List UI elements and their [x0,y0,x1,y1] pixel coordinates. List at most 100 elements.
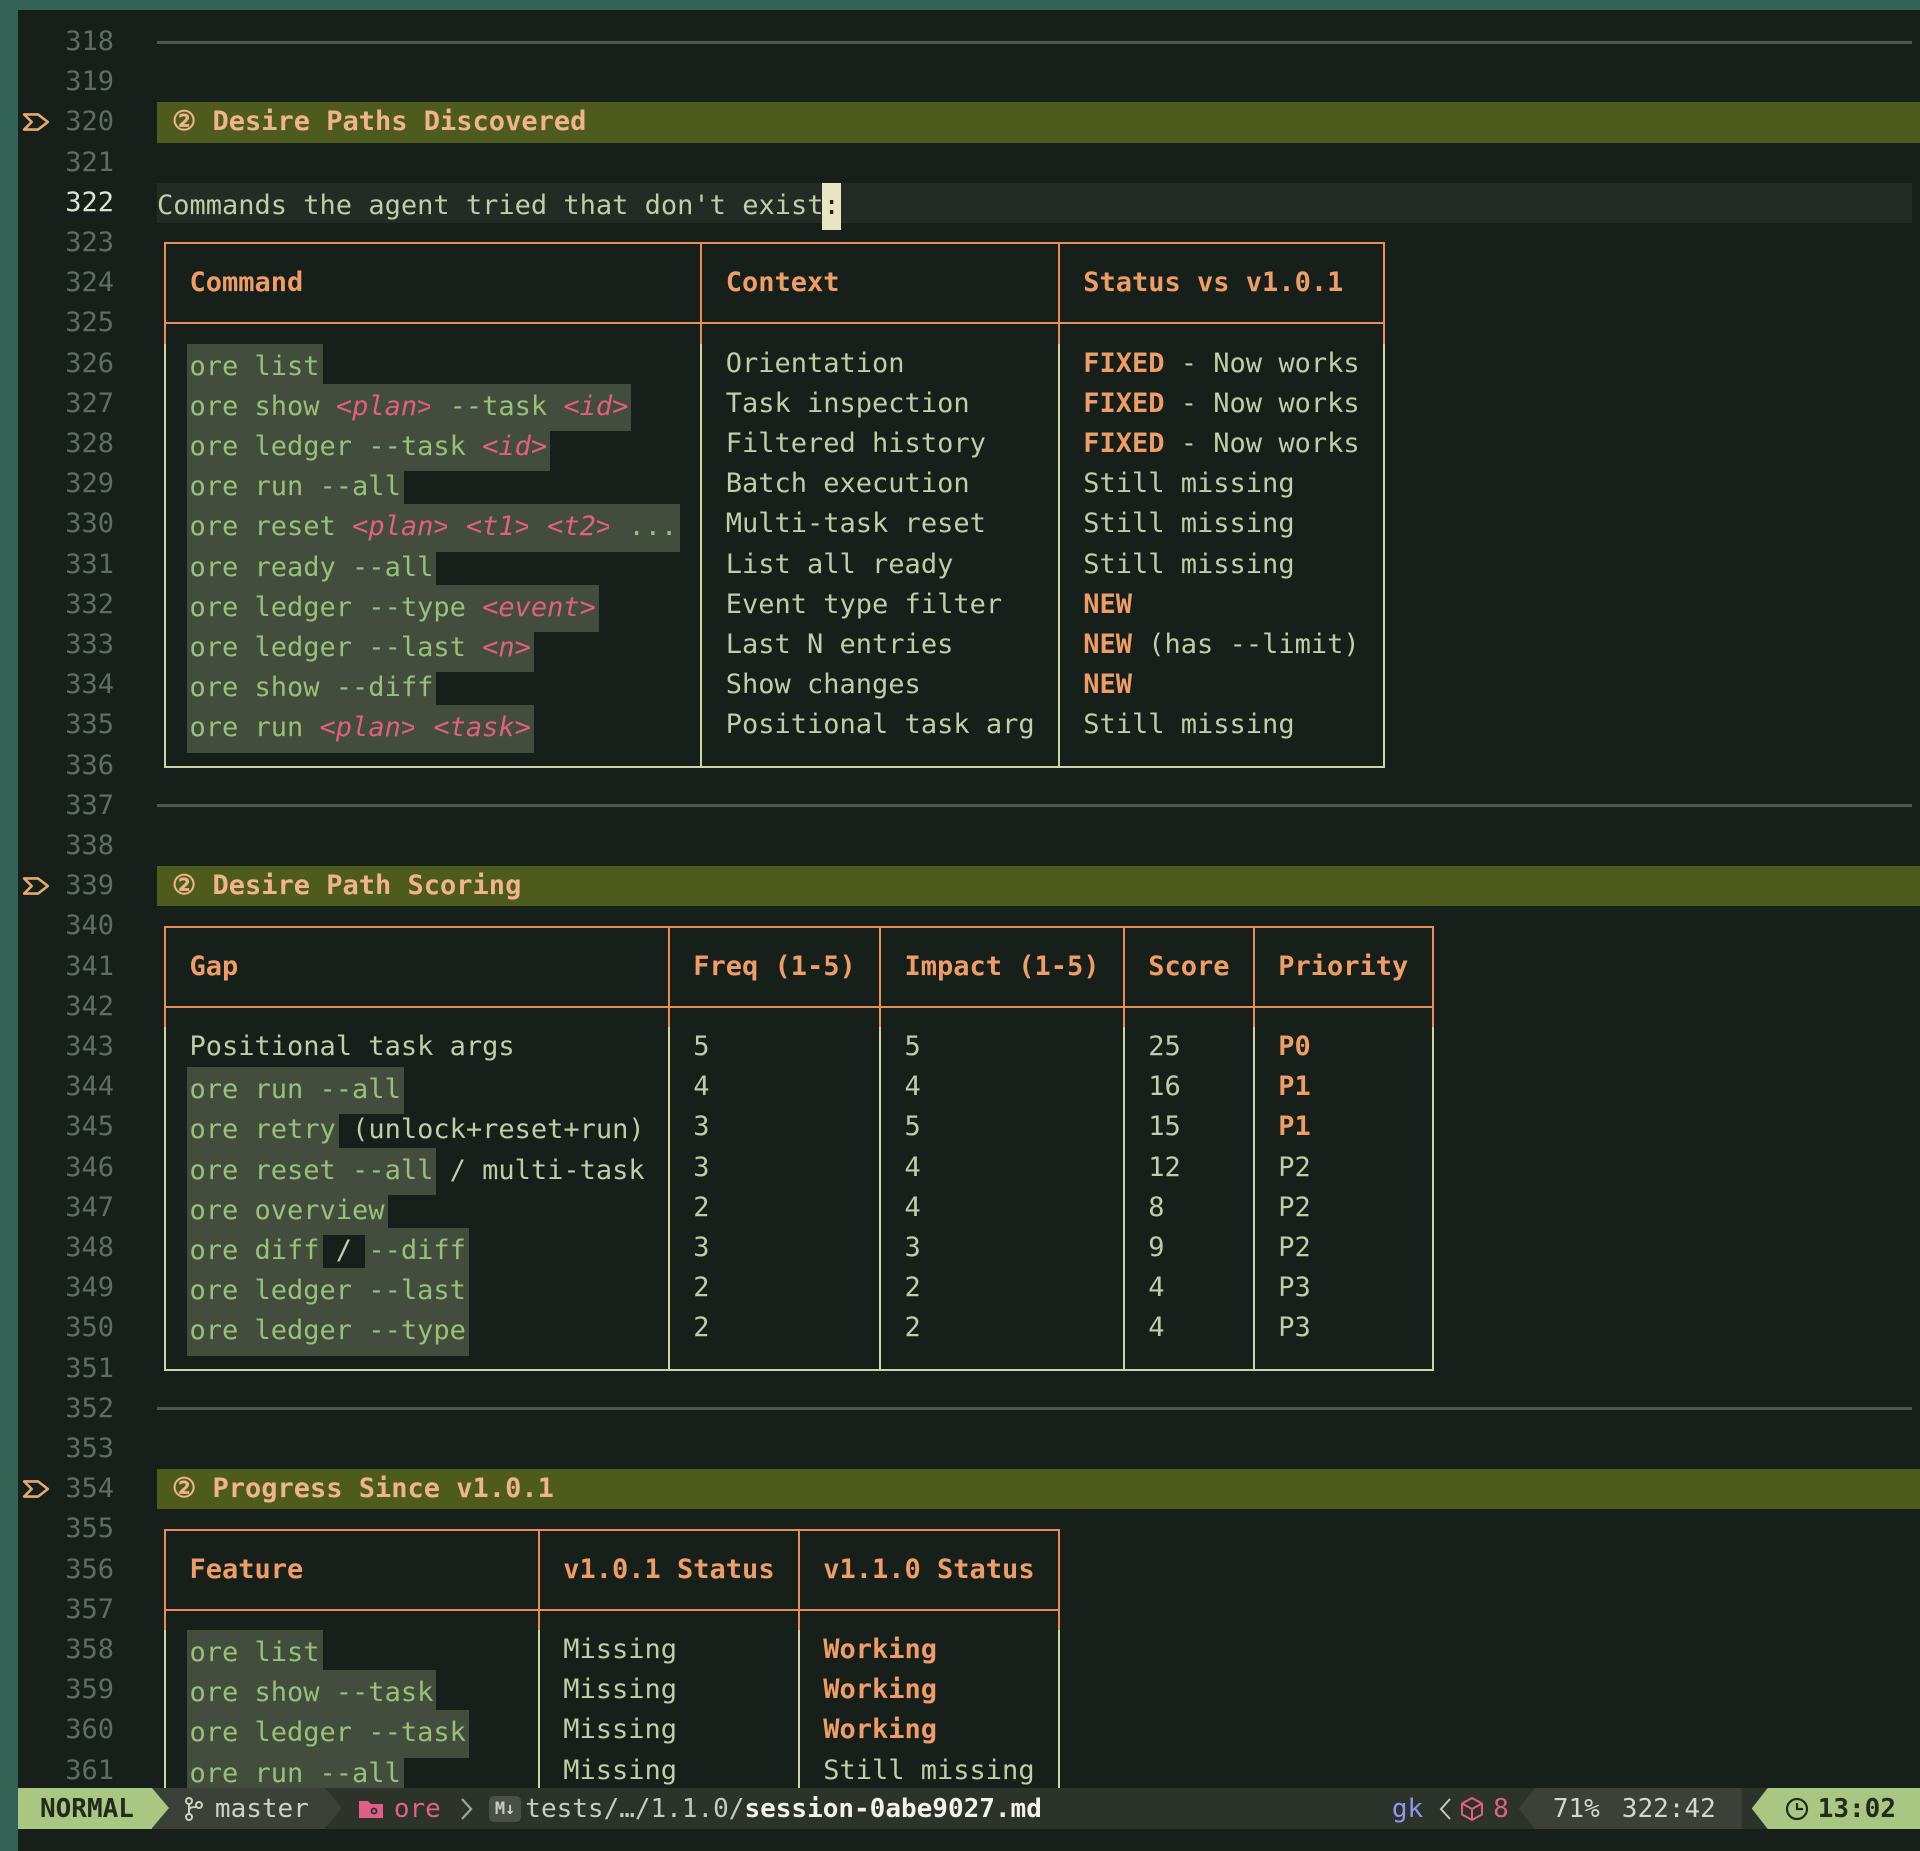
breadcrumb[interactable]: ore [342,1788,475,1829]
table-cell[interactable]: ore ledger --last [190,1268,466,1308]
table-cell[interactable]: P1 [1278,1067,1311,1107]
heading-h2[interactable]: ② Progress Since v1.0.1 [172,1469,554,1509]
table-cell[interactable]: 3 [693,1228,709,1268]
table-cell[interactable]: 25 [1148,1027,1181,1067]
fold-icon[interactable] [22,875,50,897]
table-cell[interactable]: 4 [905,1188,921,1228]
table-cell[interactable]: Still missing [1083,705,1294,745]
table-header-cell[interactable]: Priority [1278,947,1408,987]
table-cell[interactable]: 5 [905,1027,921,1067]
table-cell[interactable]: ore show <plan> --task <id> [190,384,629,424]
table-cell[interactable]: NEW [1083,665,1132,705]
table-cell[interactable]: 3 [693,1148,709,1188]
table-cell[interactable]: FIXED - Now works [1083,424,1359,464]
table-cell[interactable]: 15 [1148,1107,1181,1147]
table-cell[interactable]: Missing [563,1670,677,1710]
table-cell[interactable]: Batch execution [726,464,970,504]
table-cell[interactable]: FIXED - Now works [1083,344,1359,384]
table-cell[interactable]: P2 [1278,1228,1311,1268]
table-cell[interactable]: Working [823,1710,937,1750]
table-header-cell[interactable]: Freq (1-5) [693,947,856,987]
diagnostic-count[interactable]: 8 [1453,1788,1519,1829]
table-header-cell[interactable]: v1.1.0 Status [823,1550,1034,1590]
table-cell[interactable]: Working [823,1670,937,1710]
table-cell[interactable]: ore list [190,344,320,384]
table-cell[interactable]: P2 [1278,1188,1311,1228]
table-cell[interactable]: List all ready [726,545,954,585]
table-cell[interactable]: Positional task arg [726,705,1035,745]
table-cell[interactable]: ore overview [190,1188,385,1228]
table-cell[interactable]: ore ready --all [190,545,434,585]
table-cell[interactable]: ore run <plan> <task> [190,705,531,745]
table-cell[interactable]: Still missing [1083,545,1294,585]
table-cell[interactable]: ore diff / --diff [190,1228,466,1268]
table-cell[interactable]: Still missing [1083,504,1294,544]
table-cell[interactable]: ore ledger --task <id> [190,424,548,464]
file-path[interactable]: tests/…/1.1.0/session-0abe9027.md [525,1788,1042,1829]
table-cell[interactable]: 3 [693,1107,709,1147]
heading-h2[interactable]: ② Desire Paths Discovered [172,102,586,142]
paragraph-line[interactable]: Commands the agent tried that don't exis… [157,183,840,223]
table-cell[interactable]: 4 [905,1148,921,1188]
table-cell[interactable]: Missing [563,1751,677,1791]
table-header-cell[interactable]: Gap [190,947,239,987]
table-cell[interactable]: 2 [693,1188,709,1228]
table-cell[interactable]: ore run --all [190,1751,401,1791]
table-cell[interactable]: ore reset <plan> <t1> <t2> ... [190,504,678,544]
table-header-cell[interactable]: Context [726,263,840,303]
table-cell[interactable]: P1 [1278,1107,1311,1147]
table-cell[interactable]: 2 [905,1268,921,1308]
table-cell[interactable]: Filtered history [726,424,986,464]
table-cell[interactable]: 5 [693,1027,709,1067]
table-cell[interactable]: Still missing [1083,464,1294,504]
table-cell[interactable]: Last N entries [726,625,954,665]
table-cell[interactable]: Task inspection [726,384,970,424]
table-cell[interactable]: ore show --task [190,1670,434,1710]
git-segment[interactable]: master [169,1788,325,1829]
table-cell[interactable]: ore retry (unlock+reset+run) [190,1107,645,1147]
table-cell[interactable]: 4 [1148,1308,1164,1348]
table-cell[interactable]: ore ledger --type <event> [190,585,596,625]
table-header-cell[interactable]: Impact (1-5) [905,947,1100,987]
table-cell[interactable]: Still missing [823,1751,1034,1791]
table-header-cell[interactable]: Command [190,263,304,303]
table-header-cell[interactable]: v1.0.1 Status [563,1550,774,1590]
table-cell[interactable]: 4 [905,1067,921,1107]
table-cell[interactable]: ore run --all [190,464,401,504]
table-cell[interactable]: ore ledger --type [190,1308,466,1348]
table-cell[interactable]: P0 [1278,1027,1311,1067]
table-cell[interactable]: 12 [1148,1148,1181,1188]
table-cell[interactable]: P3 [1278,1268,1311,1308]
table-cell[interactable]: 2 [905,1308,921,1348]
table-cell[interactable]: NEW (has --limit) [1083,625,1359,665]
table-cell[interactable]: 4 [693,1067,709,1107]
table-cell[interactable]: ore reset --all / multi-task [190,1148,645,1188]
table-cell[interactable]: 16 [1148,1067,1181,1107]
table-cell[interactable]: 9 [1148,1228,1164,1268]
table-cell[interactable]: Orientation [726,344,905,384]
fold-icon[interactable] [22,1478,50,1500]
table-cell[interactable]: ore ledger --last <n> [190,625,531,665]
table-cell[interactable]: 8 [1148,1188,1164,1228]
table-cell[interactable]: Show changes [726,665,921,705]
table-cell[interactable]: ore run --all [190,1067,401,1107]
table-cell[interactable]: 2 [693,1268,709,1308]
heading-h2[interactable]: ② Desire Path Scoring [172,866,521,906]
table-cell[interactable]: 5 [905,1107,921,1147]
table-cell[interactable]: ore ledger --task [190,1710,466,1750]
table-cell[interactable]: 3 [905,1228,921,1268]
table-cell[interactable]: ore list [190,1630,320,1670]
table-cell[interactable]: NEW [1083,585,1132,625]
table-header-cell[interactable]: Status vs v1.0.1 [1083,263,1343,303]
table-cell[interactable]: ore show --diff [190,665,434,705]
table-cell[interactable]: FIXED - Now works [1083,384,1359,424]
table-cell[interactable]: P2 [1278,1148,1311,1188]
fold-icon[interactable] [22,111,50,133]
table-cell[interactable]: 2 [693,1308,709,1348]
table-cell[interactable]: Positional task args [190,1027,515,1067]
table-cell[interactable]: P3 [1278,1308,1311,1348]
table-header-cell[interactable]: Score [1148,947,1229,987]
table-cell[interactable]: Working [823,1630,937,1670]
table-header-cell[interactable]: Feature [190,1550,304,1590]
table-cell[interactable]: Event type filter [726,585,1002,625]
